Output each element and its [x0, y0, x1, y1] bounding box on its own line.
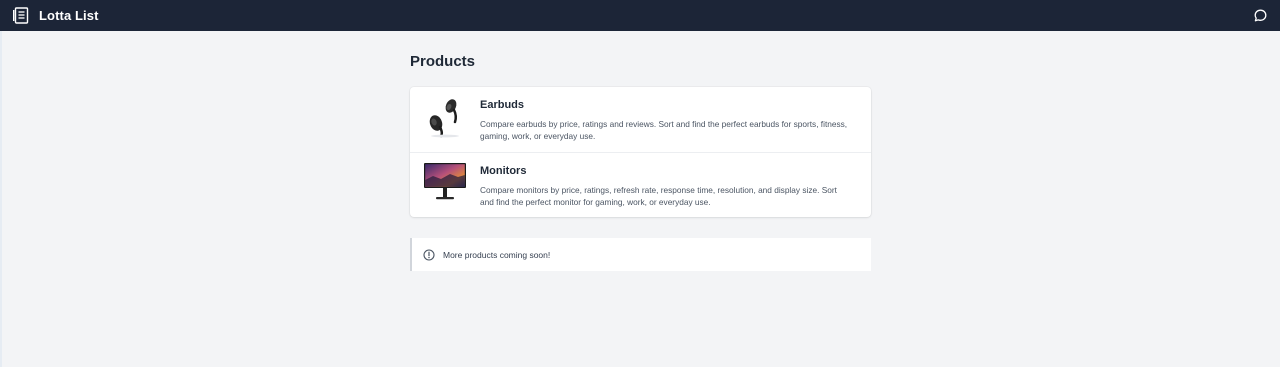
product-list: Earbuds Compare earbuds by price, rating… [410, 87, 871, 217]
brand-link[interactable]: Lotta List [13, 7, 99, 24]
info-circle-icon [423, 248, 435, 261]
product-title: Monitors [480, 165, 527, 177]
app-title: Lotta List [39, 8, 99, 23]
product-description: Compare earbuds by price, ratings and re… [480, 119, 848, 141]
product-title: Earbuds [480, 99, 525, 111]
monitor-icon [424, 163, 466, 200]
page-title: Products [410, 53, 476, 70]
earbuds-icon [429, 99, 459, 138]
product-item-earbuds[interactable]: Earbuds Compare earbuds by price, rating… [410, 87, 871, 152]
product-item-monitors[interactable]: Monitors Compare monitors by price, rati… [410, 152, 871, 217]
top-navbar: Lotta List [0, 0, 1280, 31]
chat-bubble-icon [1254, 9, 1266, 21]
coming-soon-notice: More products coming soon! [410, 238, 871, 271]
left-edge-stripe [0, 31, 2, 367]
product-description: Compare monitors by price, ratings, refr… [480, 185, 837, 207]
chat-button[interactable] [1253, 7, 1267, 23]
list-document-icon [13, 7, 29, 24]
notice-text: More products coming soon! [443, 249, 551, 260]
